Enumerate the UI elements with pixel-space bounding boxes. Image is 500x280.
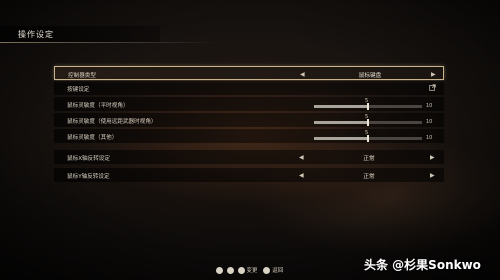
slider-track[interactable] — [314, 135, 422, 142]
setting-row-key-config[interactable]: 按键设定 — [54, 81, 444, 95]
setting-row-mouse-x-invert[interactable]: 鼠标X轴反转设定 ◀ 正常 ▶ — [54, 150, 444, 164]
setting-label: 鼠标灵敏度（使用远距武器时视角） — [67, 119, 157, 125]
setting-value: 正常 — [363, 174, 375, 180]
arrow-right-icon[interactable]: ▶ — [430, 154, 435, 161]
slider-fill — [314, 137, 368, 140]
setting-row-mouse-y-invert[interactable]: 鼠标Y轴反转设定 ◀ 正常 ▶ — [54, 168, 444, 182]
slider-fill — [314, 105, 368, 108]
setting-label: 鼠标灵敏度（平时视角） — [67, 103, 129, 109]
controller-button-icon — [226, 266, 234, 274]
setting-row-controller-type[interactable]: 控制器类型 ◀ 鼠标键盘 ▶ — [54, 66, 444, 80]
setting-row-mouse-sensitivity-other[interactable]: 鼠标灵敏度（其他） 5 10 — [54, 129, 444, 143]
setting-label: 鼠标Y轴反转设定 — [67, 174, 110, 180]
slider-handle[interactable] — [367, 135, 369, 142]
arrow-left-icon[interactable]: ◀ — [299, 154, 304, 161]
setting-label: 按键设定 — [67, 87, 90, 93]
setting-label: 鼠标灵敏度（其他） — [67, 135, 118, 141]
external-link-icon — [429, 84, 436, 91]
controller-button-icon — [216, 266, 223, 274]
settings-panel: 控制器类型 ◀ 鼠标键盘 ▶ 按键设定 鼠标灵敏度（平时视角） 5 10 鼠标灵… — [54, 59, 446, 187]
controller-button-icon[interactable] — [263, 266, 271, 274]
arrow-left-icon[interactable]: ◀ — [299, 172, 304, 179]
button-prompt-bar: 变更 返回 — [216, 266, 287, 274]
arrow-right-icon[interactable]: ▶ — [431, 71, 436, 78]
back-hint[interactable]: 返回 — [272, 268, 283, 274]
slider-fill — [314, 121, 368, 124]
page-title: 操作设定 — [18, 30, 54, 39]
change-hint[interactable]: 变更 — [247, 268, 258, 274]
setting-label: 鼠标X轴反转设定 — [67, 156, 110, 162]
controller-button-icon[interactable] — [237, 266, 245, 274]
arrow-right-icon[interactable]: ▶ — [430, 172, 435, 179]
slider-track[interactable] — [314, 103, 422, 110]
slider-max: 10 — [426, 135, 433, 141]
watermark: 头条 @杉果Sonkwo — [364, 258, 481, 272]
setting-row-mouse-sensitivity-ranged[interactable]: 鼠标灵敏度（使用远距武器时视角） 5 10 — [54, 113, 444, 127]
slider-handle[interactable] — [367, 119, 369, 126]
setting-row-mouse-sensitivity-normal[interactable]: 鼠标灵敏度（平时视角） 5 10 — [54, 97, 444, 111]
setting-label: 控制器类型 — [68, 73, 96, 79]
slider-handle[interactable] — [367, 103, 369, 110]
slider-max: 10 — [426, 103, 433, 109]
arrow-left-icon[interactable]: ◀ — [300, 71, 305, 78]
slider-max: 10 — [426, 119, 433, 125]
slider-track[interactable] — [314, 119, 422, 126]
setting-value: 正常 — [363, 156, 375, 162]
setting-value: 鼠标键盘 — [358, 73, 382, 79]
title-divider — [0, 42, 220, 43]
